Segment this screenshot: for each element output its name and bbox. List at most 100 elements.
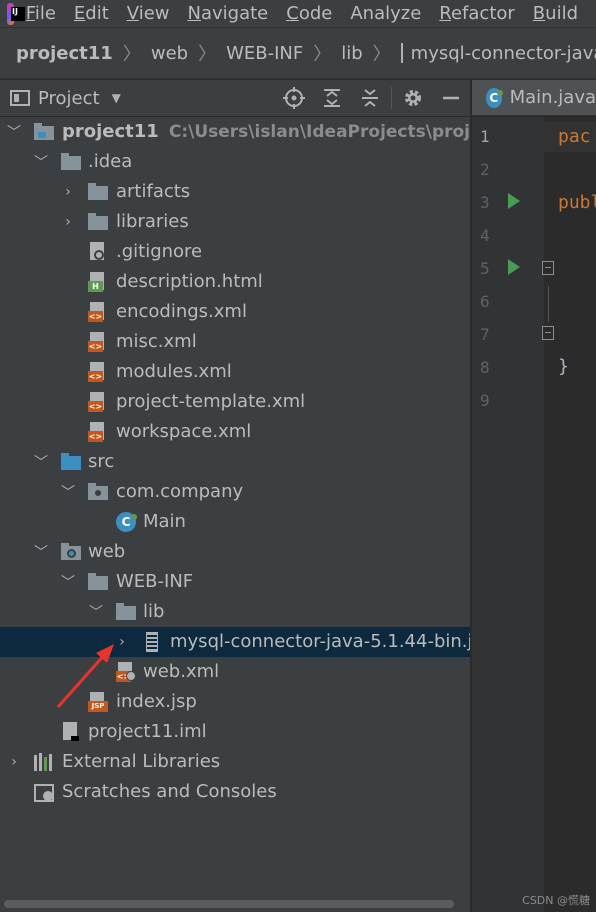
tree-row-web[interactable]: ﹀ web (0, 537, 470, 567)
tree-row-project11-iml[interactable]: project11.iml (0, 717, 470, 747)
chevron-down-icon[interactable]: ﹀ (33, 537, 49, 567)
tree-row-libraries[interactable]: › libraries (0, 207, 470, 237)
tree-row-idea[interactable]: ﹀ .idea (0, 147, 470, 177)
web-xml-file-icon: <> (116, 662, 136, 682)
tree-row-misc-xml[interactable]: <> misc.xml (0, 327, 470, 357)
tree-row-web-xml[interactable]: <> web.xml (0, 657, 470, 687)
expand-all-icon[interactable] (313, 80, 351, 116)
menu-analyze[interactable]: Analyze (350, 3, 421, 24)
libraries-icon (34, 752, 54, 772)
tree-row-artifacts[interactable]: › artifacts (0, 177, 470, 207)
tree-row-scratches-and-consoles[interactable]: Scratches and Consoles (0, 777, 470, 807)
menu-navigate[interactable]: Navigate (188, 3, 269, 24)
code-line-1[interactable]: pac (558, 126, 591, 147)
chevron-down-icon[interactable]: ﹀ (33, 147, 49, 177)
chevron-right-icon[interactable]: › (114, 627, 130, 657)
xml-file-icon: <> (88, 392, 108, 412)
chevron-right-icon[interactable]: › (60, 177, 76, 207)
menu-edit[interactable]: Edit (74, 3, 109, 24)
tree-label: workspace.xml (116, 421, 252, 442)
project-panel-header: Project ▼ (0, 80, 470, 116)
chevron-down-icon[interactable]: ﹀ (88, 597, 104, 627)
chevron-down-icon[interactable]: ﹀ (60, 567, 76, 597)
minimize-icon[interactable] (432, 80, 470, 116)
tree-row-project-template-xml[interactable]: <> project-template.xml (0, 387, 470, 417)
breadcrumb-separator-icon: 〉 (372, 44, 391, 65)
tree-row-src[interactable]: ﹀ src (0, 447, 470, 477)
scrollbar-thumb[interactable] (4, 900, 454, 908)
project-panel-title[interactable]: Project (38, 88, 100, 109)
breadcrumb-lib[interactable]: lib (341, 43, 362, 64)
tree-label: Scratches and Consoles (62, 781, 277, 802)
tree-label: src (88, 451, 115, 472)
tree-label: project11.iml (88, 721, 207, 742)
tree-label: description.html (116, 271, 263, 292)
module-folder-icon (34, 122, 54, 142)
folder-icon (88, 212, 108, 232)
tree-row-modules-xml[interactable]: <> modules.xml (0, 357, 470, 387)
tree-label: Main (143, 511, 186, 532)
chevron-down-icon[interactable]: ﹀ (6, 117, 22, 147)
locate-icon[interactable] (275, 80, 313, 116)
line-number: 3 (480, 193, 490, 212)
menu-code[interactable]: Code (286, 3, 332, 24)
tree-label: .gitignore (116, 241, 203, 262)
tree-row-external-libraries[interactable]: › External Libraries (0, 747, 470, 777)
run-icon[interactable] (508, 259, 520, 275)
iml-file-icon (61, 722, 81, 742)
jar-icon (400, 43, 403, 63)
tree-row-encodings-xml[interactable]: <> encodings.xml (0, 297, 470, 327)
tree-row-main[interactable]: C Main (0, 507, 470, 537)
line-number: 2 (480, 160, 490, 179)
scratches-icon (34, 782, 54, 802)
breadcrumb-web[interactable]: web (151, 43, 188, 64)
tree-label: project-template.xml (116, 391, 306, 412)
chevron-down-icon[interactable]: ﹀ (33, 447, 49, 477)
gitignore-file-icon (88, 242, 108, 262)
chevron-right-icon[interactable]: › (60, 207, 76, 237)
menu-view[interactable]: View (127, 3, 170, 24)
gear-icon[interactable] (394, 80, 432, 116)
fold-start-icon[interactable] (542, 261, 554, 275)
chevron-down-icon[interactable]: ▼ (112, 91, 121, 105)
chevron-right-icon[interactable]: › (6, 747, 22, 777)
tree-row-project11[interactable]: ﹀ project11 C:\Users\islan\IdeaProjects\p… (0, 117, 470, 147)
tree-row-lib[interactable]: ﹀ lib (0, 597, 470, 627)
line-number: 1 (480, 127, 490, 146)
collapse-all-icon[interactable] (351, 80, 389, 116)
tree-row-index-jsp[interactable]: JSP index.jsp (0, 687, 470, 717)
line-number: 8 (480, 358, 490, 377)
watermark: CSDN @慌糖 (522, 894, 590, 907)
tree-label: web.xml (143, 661, 220, 682)
tree-label: web (88, 541, 126, 562)
tree-label: mysql-connector-java-5.1.44-bin.jar (170, 631, 470, 652)
breadcrumb-web-inf[interactable]: WEB-INF (226, 43, 303, 64)
tree-row-gitignore[interactable]: .gitignore (0, 237, 470, 267)
tree-label: lib (143, 601, 165, 622)
tree-label: encodings.xml (116, 301, 247, 322)
tree-row-com-company[interactable]: ﹀ com.company (0, 477, 470, 507)
code-line-3[interactable]: publ (558, 192, 596, 213)
tree-row-web-inf[interactable]: ﹀ WEB-INF (0, 567, 470, 597)
menu-file[interactable]: File (26, 3, 56, 24)
menu-build[interactable]: Build (533, 3, 578, 24)
fold-end-icon[interactable] (542, 326, 554, 340)
tree-label: External Libraries (62, 751, 221, 772)
breadcrumb-jar[interactable]: mysql-connector-java-5.1.44-bin.jar (411, 43, 596, 64)
project-path-hint: C:\Users\islan\IdeaProjects\project11 (168, 122, 470, 142)
panel-toolbar (275, 80, 470, 116)
breadcrumb-project[interactable]: project11 (16, 43, 113, 64)
tab-main-java[interactable]: C Main.java (472, 80, 596, 115)
run-icon[interactable] (508, 193, 520, 209)
line-number: 9 (480, 391, 490, 410)
tree-row-mysql-connector-jar[interactable]: › mysql-connector-java-5.1.44-bin.jar (0, 627, 470, 657)
menu-refactor[interactable]: Refactor (439, 3, 515, 24)
tree-row-workspace-xml[interactable]: <> workspace.xml (0, 417, 470, 447)
breadcrumb-separator-icon: 〉 (313, 44, 332, 65)
tree-row-description-html[interactable]: H description.html (0, 267, 470, 297)
chevron-down-icon[interactable]: ﹀ (60, 477, 76, 507)
editor-gutter[interactable]: 1 2 3 4 5 6 7 8 9 (472, 117, 544, 912)
code-line-8[interactable]: } (558, 356, 569, 377)
horizontal-scrollbar[interactable] (0, 895, 470, 912)
breadcrumb-separator-icon: 〉 (198, 44, 217, 65)
